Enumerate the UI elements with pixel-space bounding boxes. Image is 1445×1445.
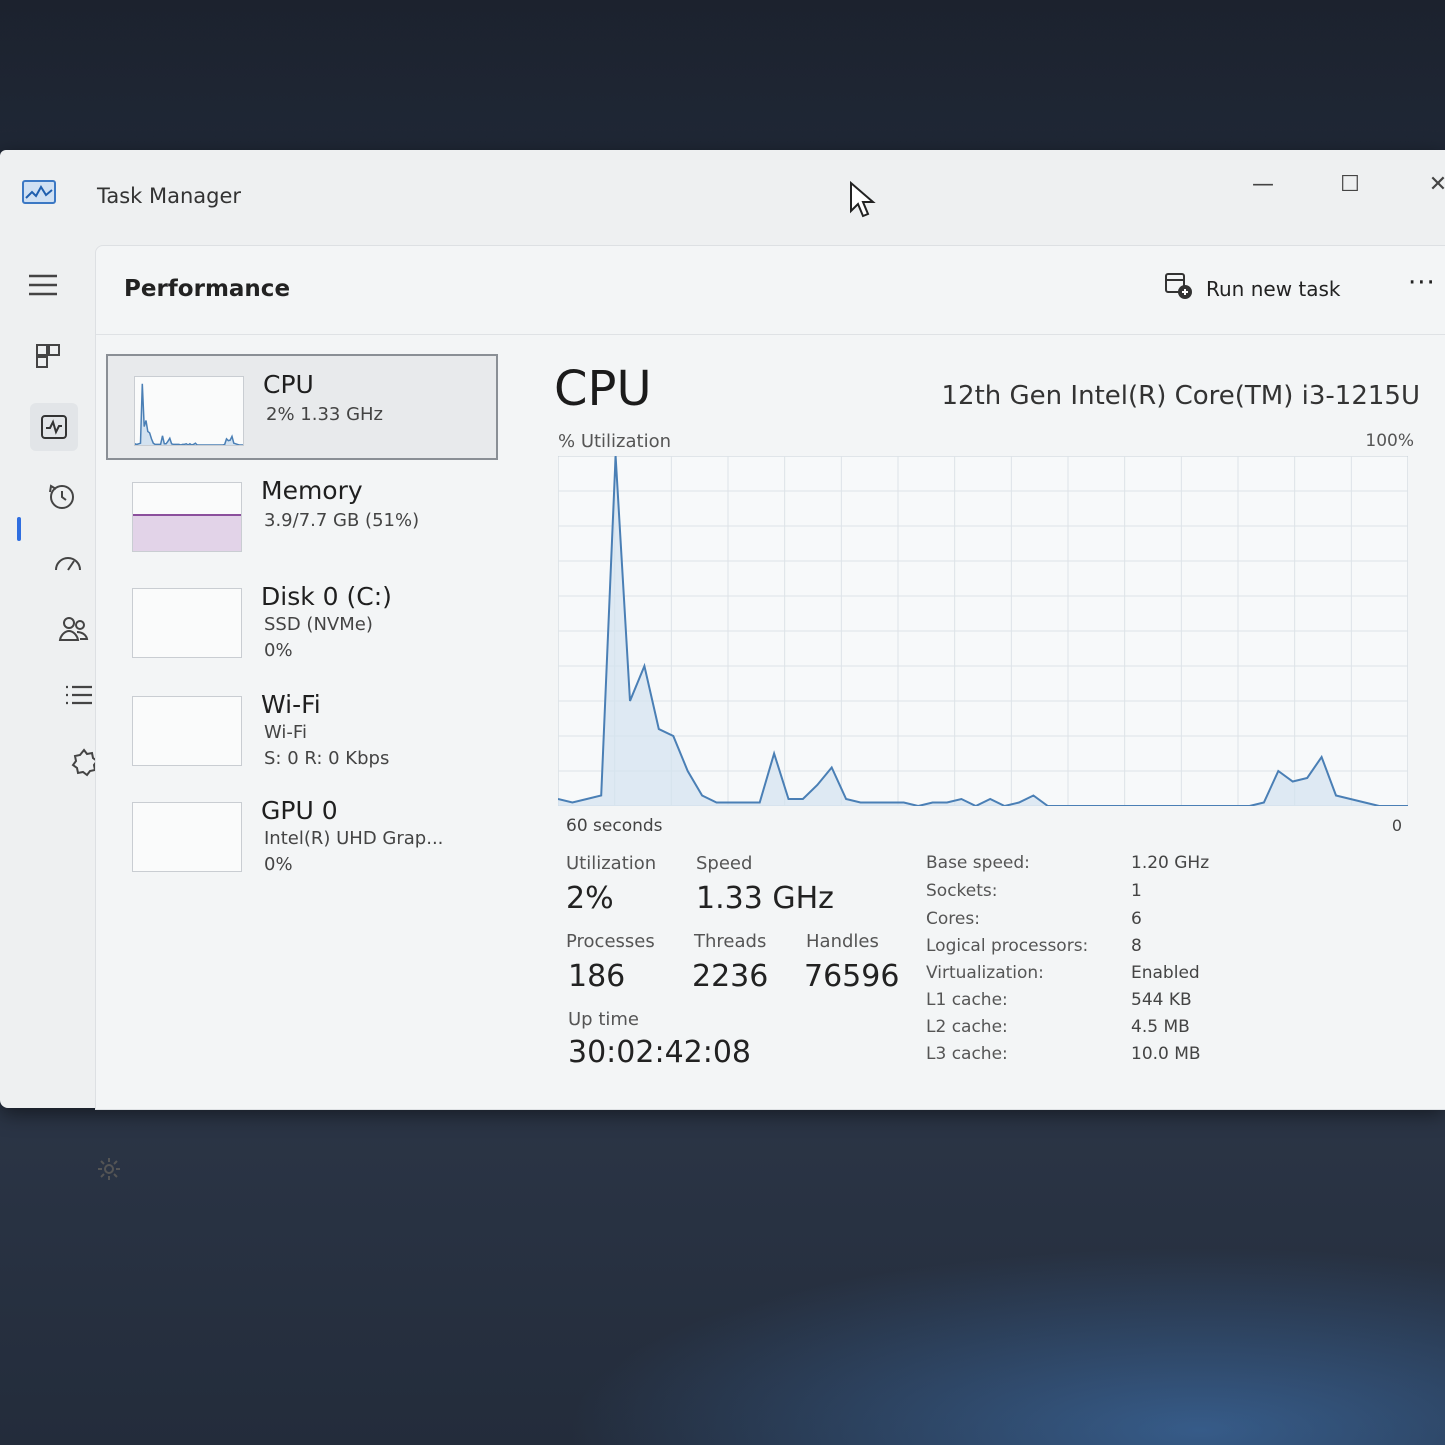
device-detail: 3.9/7.7 GB (51%) <box>264 510 420 531</box>
device-gpu[interactable]: GPU 0 Intel(R) UHD Grap... 0% <box>106 782 498 888</box>
detail-title: CPU <box>554 361 652 417</box>
device-detail: Wi-Fi <box>264 722 307 743</box>
cpu-model: 12th Gen Intel(R) Core(TM) i3-1215U <box>941 381 1420 411</box>
threads-label: Threads <box>694 931 767 952</box>
processes-value: 186 <box>568 959 626 994</box>
info-value: 544 KB <box>1131 990 1192 1010</box>
info-key: Cores: <box>926 909 980 929</box>
navigation-rail <box>0 245 120 1180</box>
app-history-icon[interactable] <box>38 473 86 521</box>
utilization-value: 2% <box>566 881 614 916</box>
uptime-label: Up time <box>568 1009 639 1030</box>
device-name: Wi-Fi <box>261 690 321 719</box>
close-button[interactable]: ✕ <box>1418 164 1445 204</box>
info-value: Enabled <box>1131 963 1200 983</box>
device-name: CPU <box>263 370 314 399</box>
processes-icon[interactable] <box>24 332 72 380</box>
device-cpu[interactable]: CPU 2% 1.33 GHz <box>106 354 498 460</box>
processes-label: Processes <box>566 931 655 952</box>
run-task-icon <box>1164 272 1194 305</box>
axis-max-label: 100% <box>1365 431 1414 451</box>
uptime-value: 30:02:42:08 <box>568 1035 752 1070</box>
screen-background <box>0 1100 1445 1445</box>
info-key: Virtualization: <box>926 963 1044 983</box>
threads-value: 2236 <box>692 959 769 994</box>
device-detail: 2% 1.33 GHz <box>266 404 384 425</box>
info-value: 8 <box>1131 936 1142 956</box>
cpu-utilization-graph <box>558 456 1408 806</box>
info-key: L3 cache: <box>926 1044 1008 1064</box>
cpu-detail: CPU 12th Gen Intel(R) Core(TM) i3-1215U … <box>546 341 1426 1101</box>
hamburger-icon[interactable] <box>19 261 67 309</box>
disk-thumbnail <box>132 588 242 658</box>
performance-icon[interactable] <box>30 403 78 451</box>
info-key: Base speed: <box>926 853 1030 873</box>
cpu-thumbnail-series <box>134 383 243 446</box>
utilization-label: Utilization <box>566 853 657 874</box>
window-title: Task Manager <box>97 184 242 208</box>
device-wifi[interactable]: Wi-Fi Wi-Fi S: 0 R: 0 Kbps <box>106 676 498 782</box>
info-value: 1 <box>1131 881 1142 901</box>
startup-apps-icon[interactable] <box>44 540 92 588</box>
memory-fill <box>133 514 241 551</box>
info-key: L1 cache: <box>926 990 1008 1010</box>
memory-thumbnail <box>132 482 242 552</box>
title-bar: Task Manager — ☐ ✕ <box>0 150 1445 245</box>
task-manager-icon <box>22 180 56 204</box>
users-icon[interactable] <box>50 605 98 653</box>
device-usage: 0% <box>264 854 293 875</box>
wifi-thumbnail <box>132 696 242 766</box>
device-name: Memory <box>261 476 363 505</box>
device-name: GPU 0 <box>261 796 338 825</box>
utilization-axis-label: % Utilization <box>558 431 672 452</box>
device-throughput: S: 0 R: 0 Kbps <box>264 748 390 769</box>
speed-value: 1.33 GHz <box>696 881 834 916</box>
info-value: 4.5 MB <box>1131 1017 1190 1037</box>
task-manager-window: Task Manager — ☐ ✕ Performance Run new t… <box>0 150 1445 1180</box>
cpu-thumbnail <box>134 376 244 446</box>
device-disk[interactable]: Disk 0 (C:) SSD (NVMe) 0% <box>106 568 498 674</box>
performance-panel: Performance Run new task ··· CPU 2% 1.33… <box>95 245 1445 1110</box>
panel-header: Performance Run new task ··· <box>96 246 1445 335</box>
active-indicator <box>17 517 21 541</box>
more-options-button[interactable]: ··· <box>1408 268 1436 298</box>
device-detail: Intel(R) UHD Grap... <box>264 828 444 849</box>
settings-icon[interactable] <box>95 1155 123 1187</box>
info-key: Logical processors: <box>926 936 1089 956</box>
info-value: 10.0 MB <box>1131 1044 1201 1064</box>
run-new-task-button[interactable]: Run new task <box>1164 272 1341 305</box>
info-key: Sockets: <box>926 881 998 901</box>
device-detail: SSD (NVMe) <box>264 614 373 635</box>
handles-value: 76596 <box>804 959 900 994</box>
handles-label: Handles <box>806 931 879 952</box>
run-new-task-label: Run new task <box>1206 276 1341 301</box>
mouse-pointer-icon <box>848 180 876 224</box>
device-memory[interactable]: Memory 3.9/7.7 GB (51%) <box>106 462 498 568</box>
maximize-button[interactable]: ☐ <box>1330 164 1370 204</box>
minimize-button[interactable]: — <box>1243 164 1283 204</box>
info-value: 6 <box>1131 909 1142 929</box>
axis-zero-label: 0 <box>1391 816 1402 835</box>
info-key: L2 cache: <box>926 1017 1008 1037</box>
device-usage: 0% <box>264 640 293 661</box>
time-axis-label: 60 seconds <box>566 816 663 836</box>
page-title: Performance <box>124 276 291 302</box>
speed-label: Speed <box>696 853 753 874</box>
info-value: 1.20 GHz <box>1131 853 1210 873</box>
gpu-thumbnail <box>132 802 242 872</box>
device-name: Disk 0 (C:) <box>261 582 392 611</box>
